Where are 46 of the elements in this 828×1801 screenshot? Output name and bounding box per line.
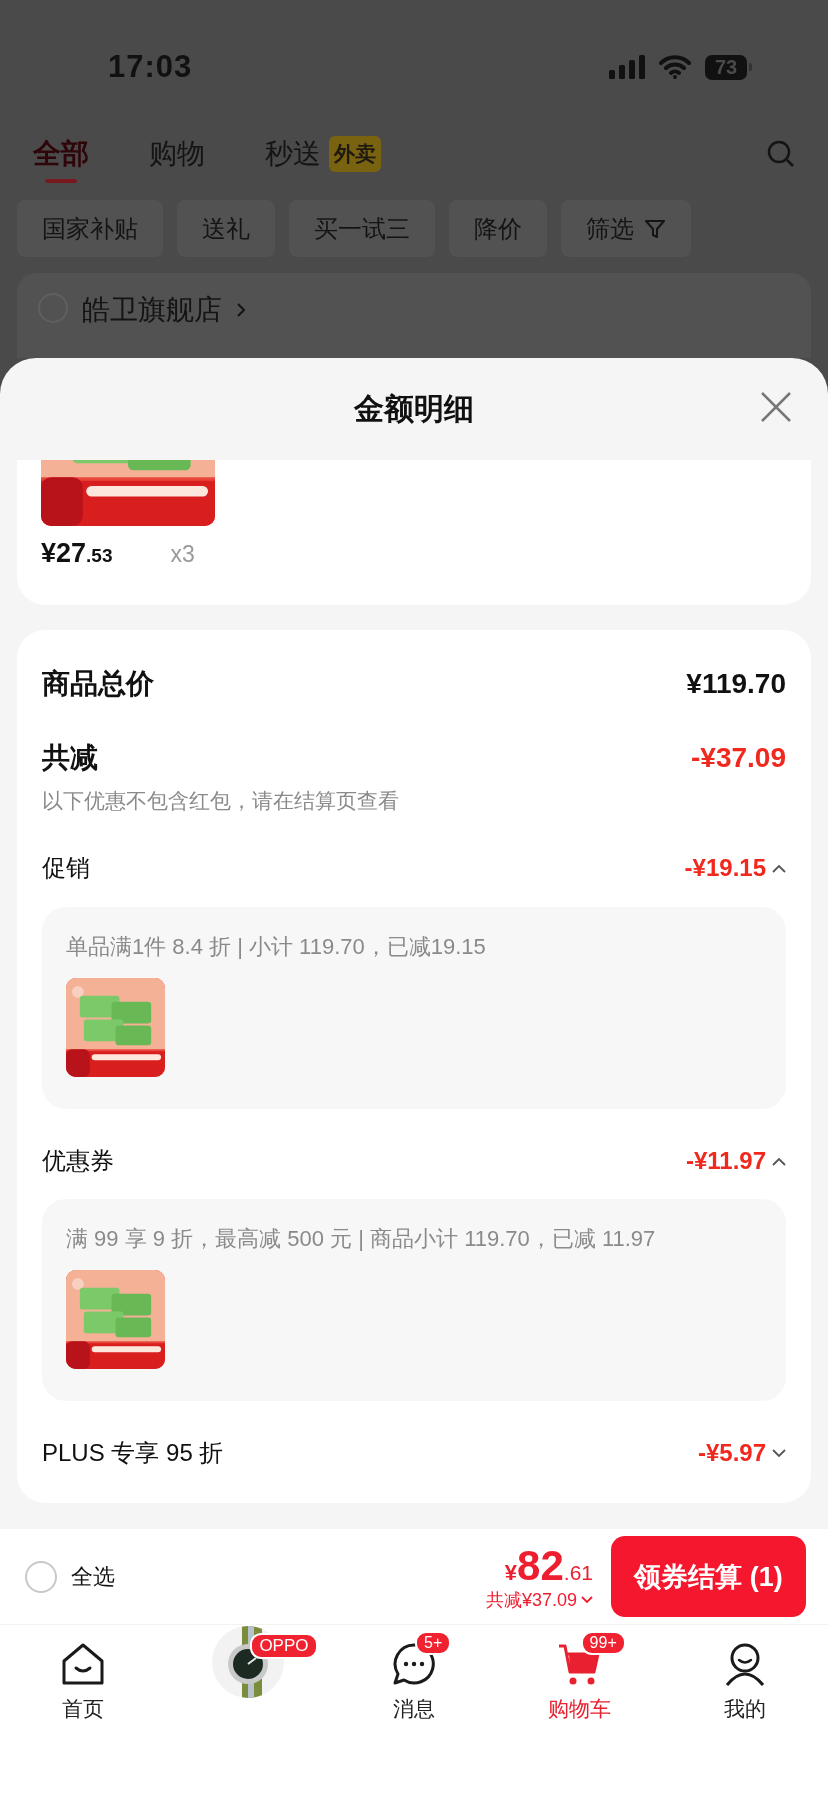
store-link[interactable]: 皓卫旗舰店 xyxy=(82,291,246,329)
reduction-label: 共减 xyxy=(42,741,98,775)
discount-label: 优惠券 xyxy=(42,1146,114,1176)
nav-tab[interactable]: 5+ 消息 xyxy=(331,1625,497,1735)
product-quantity: x3 xyxy=(170,541,195,568)
search-icon[interactable] xyxy=(767,140,795,168)
total-price: ¥82.61 xyxy=(504,1541,593,1590)
select-all-label: 全选 xyxy=(71,1562,115,1591)
nav-tab[interactable]: 首页 xyxy=(0,1625,166,1735)
checkout-button[interactable]: 领券结算 (1) xyxy=(611,1536,806,1617)
discount-toggle[interactable]: -¥19.15 xyxy=(684,854,786,882)
nav-tab[interactable]: 99+ 购物车 xyxy=(496,1625,663,1735)
tab-badge: 外卖 xyxy=(329,136,381,172)
filter-chip[interactable]: 买一试三 xyxy=(289,200,435,257)
caret-down-icon xyxy=(581,1595,593,1604)
count-badge: 5+ xyxy=(415,1631,452,1655)
total-value: ¥119.70 xyxy=(686,668,786,700)
wifi-icon xyxy=(659,55,691,79)
signal-icon xyxy=(609,55,645,79)
nav-tab[interactable]: OPPO xyxy=(165,1625,332,1735)
total-label: 商品总价 xyxy=(42,667,154,701)
nav-tab[interactable]: 我的 xyxy=(662,1625,828,1735)
status-time: 17:03 xyxy=(108,49,193,85)
discount-label: PLUS 专享 95 折 xyxy=(42,1438,224,1468)
count-badge: 99+ xyxy=(580,1631,626,1655)
sheet-title: 金额明细 xyxy=(354,390,474,427)
funnel-icon xyxy=(644,217,666,240)
count-badge: OPPO xyxy=(250,1633,318,1659)
filter-chip[interactable]: 送礼 xyxy=(177,200,275,257)
discount-label: 促销 xyxy=(42,853,90,883)
discount-detail: 单品满1件 8.4 折 | 小计 119.70，已减19.15 xyxy=(66,933,487,961)
close-icon xyxy=(760,391,792,423)
battery-level: 73 xyxy=(705,54,747,80)
chevron-icon xyxy=(236,302,246,318)
savings-link[interactable]: 共减¥37.09 xyxy=(485,1587,577,1612)
filter-chip[interactable]: 筛选 xyxy=(561,200,691,257)
discount-toggle[interactable]: -¥5.97 xyxy=(697,1439,786,1467)
product-price: ¥27.53 xyxy=(41,538,113,569)
reduction-value: -¥37.09 xyxy=(691,742,786,774)
discount-toggle[interactable]: -¥11.97 xyxy=(685,1147,786,1175)
filter-chip[interactable]: 国家补贴 xyxy=(17,200,163,257)
filter-chip[interactable]: 降价 xyxy=(449,200,547,257)
reduction-note: 以下优惠不包含红包，请在结算页查看 xyxy=(42,788,400,814)
select-all-radio[interactable] xyxy=(25,1560,57,1593)
discount-detail: 满 99 享 9 折，最高减 500 元 | 商品小计 119.70，已减 11.97 xyxy=(66,1225,657,1253)
close-button[interactable] xyxy=(760,391,792,423)
